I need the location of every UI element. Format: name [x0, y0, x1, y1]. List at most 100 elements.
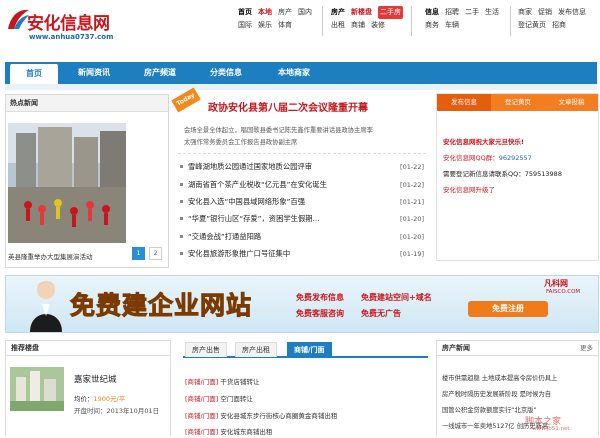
listing-row[interactable]: [商铺/门面] 干货店铺转让 [185, 376, 259, 388]
bullet-icon [180, 252, 183, 255]
headline-summary-line: 太强作常务委员会工作报告县政协副主席 [184, 139, 298, 146]
news-title[interactable]: 安化县入选“中国县域网络形象”百强 [188, 194, 305, 210]
topnav-link[interactable]: 招聘 [445, 6, 459, 19]
topnav-link[interactable]: 生活 [485, 6, 499, 19]
topnav-link[interactable]: 房产 [278, 6, 292, 19]
topnav-link[interactable]: 国内 [298, 6, 312, 19]
tab-shop-front[interactable]: 商铺/门面 [287, 342, 332, 357]
news-item[interactable]: “华夏”银行山区“存爱”，资困学生假期... [01-20] [178, 211, 426, 227]
news-date: [01-22] [400, 163, 424, 171]
property-time-line: 开盘时间：2013年10月01日 [74, 405, 159, 415]
topnav-link[interactable]: 商务 [425, 19, 439, 32]
bullet-icon [180, 183, 183, 186]
property-thumbnail[interactable] [10, 367, 64, 411]
news-date: [01-22] [400, 181, 424, 189]
qq-group-value: 96292557 [498, 154, 532, 162]
news-item[interactable]: 安化县入选“中国县域网络形象”百强 [01-21] [178, 194, 426, 210]
listing-row[interactable]: [商铺/门面] 安化县城东步行街核心商圈黄金商铺出租 [185, 410, 337, 422]
news-title[interactable]: 湖南省首个茶产业税收“亿元县”在安化诞生 [188, 177, 327, 193]
listing-row[interactable]: [商铺/门面] 空门面转让 [185, 393, 253, 405]
tab-news[interactable]: 新闻资讯 [63, 62, 125, 84]
tab-house-sale[interactable]: 房产出售 [185, 342, 227, 357]
news-item[interactable]: “交通会战”打通益阳路 [01-20] [178, 229, 426, 245]
house-news-panel: 房产新闻 更多 楼市供需趋稳 土地成本提高令房价仍具上 房产税时隔历史发展新阶段 … [436, 340, 599, 436]
topnav-house-group: 房产 新楼盘 二手房 出租 商铺 装修 [331, 6, 412, 36]
news-title[interactable]: “交通会战”打通益阳路 [188, 229, 261, 245]
topnav-link[interactable]: 二手 [465, 6, 479, 19]
banner-item: 免费发布信息 [296, 293, 344, 302]
news-title[interactable]: “华夏”银行山区“存爱”，资困学生假期... [188, 211, 320, 227]
tab-home[interactable]: 首页 [10, 64, 58, 84]
ad-banner[interactable]: 免费建企业网站 免费发布信息 免费建站空间+域名 免费客服咨询 免费无广告 免费… [5, 275, 599, 333]
tab-submit-article[interactable]: 文章投稿 [545, 94, 598, 111]
house-news-item[interactable]: 楼市供需趋稳 土地成本提高令房价仍具上 [442, 373, 592, 385]
qq-group-line: 安化信息网QQ群：96292557 [443, 152, 532, 162]
topnav-link[interactable]: 登记黄页 [518, 19, 546, 32]
house-news-header: 房产新闻 更多 [437, 341, 598, 356]
topnav-link[interactable]: 招商 [552, 19, 566, 32]
listing-text[interactable]: 空门面转让 [220, 395, 253, 403]
watermark-url: www.jb51.net [532, 426, 570, 432]
tab-post-info[interactable]: 发布信息 [437, 94, 491, 111]
topnav-link[interactable]: 信息 [425, 6, 439, 19]
topnav-link[interactable]: 二手房 [378, 6, 403, 19]
news-item[interactable]: 雪峰湖地质公园通过国家地质公园评审 [01-22] [178, 159, 426, 175]
bullet-icon [180, 200, 183, 203]
news-date: [01-19] [400, 250, 424, 258]
today-badge: Today [171, 87, 201, 113]
topnav-link[interactable]: 促销 [538, 6, 552, 19]
upgrade-notice[interactable]: 安化信息网升级了 [443, 184, 495, 194]
more-link[interactable]: 更多 [580, 341, 593, 355]
topnav-link[interactable]: 房产 [331, 6, 345, 19]
house-listing-panel: 房产出售 房产出租 商铺/门面 [商铺/门面] 干货店铺转让 [商铺/门面] 空… [183, 340, 428, 438]
topnav-link[interactable]: 新楼盘 [351, 6, 372, 19]
property-name[interactable]: 嘉家世纪城 [74, 373, 117, 385]
hot-news-photo[interactable] [8, 123, 126, 243]
recommend-title: 推荐楼盘 [6, 341, 170, 356]
news-item[interactable]: 安化县旅游形象推广口号征集中 [01-19] [178, 246, 426, 262]
recommend-panel: 推荐楼盘 嘉家世纪城 均价：1900元/平 开盘时间：2013年10月01日 [5, 340, 171, 436]
divider [178, 153, 426, 154]
hot-news-caption[interactable]: 英县隆重举办大型集展演活动 [8, 251, 128, 261]
listing-tag: [商铺/门面] [185, 412, 219, 420]
topnav-link[interactable]: 商家 [518, 6, 532, 19]
topnav-link[interactable]: 装修 [371, 19, 385, 32]
topnav-link[interactable]: 首页 [238, 6, 252, 19]
house-news-item[interactable]: 国管公积金贷款额度实行“北京版” [442, 405, 592, 417]
headline-title[interactable]: 政协安化县第八届二次会议隆重开幕 [208, 99, 368, 114]
banner-item: 免费建站空间+域名 [361, 293, 432, 302]
listing-row[interactable]: [商铺/门面] 安化城东商铺出租 [185, 426, 272, 438]
hot-news-panel: 热点新闻 英县隆重举办大型集展演活动 1 2 [5, 94, 169, 268]
property-time: 2013年10月01日 [106, 407, 160, 415]
news-title[interactable]: 安化县旅游形象推广口号征集中 [188, 246, 290, 262]
topnav-link[interactable]: 本地 [258, 6, 272, 19]
topnav-link[interactable]: 出租 [331, 19, 345, 32]
topnav-link[interactable]: 国际 [238, 19, 252, 32]
news-item[interactable]: 湖南省首个茶产业税收“亿元县”在安化诞生 [01-22] [178, 177, 426, 193]
listing-text[interactable]: 安化县城东步行街核心商圈黄金商铺出租 [220, 412, 337, 420]
headline-summary: 会场全景全体起立，唱国歌县委书记陈先鑫作重要讲话县政协主席李 太强作常务委员会工… [184, 125, 424, 149]
listing-text[interactable]: 干货店铺转让 [220, 378, 259, 386]
house-news-title: 房产新闻 [442, 344, 470, 352]
tab-register-yellowpage[interactable]: 登记黄页 [491, 94, 545, 111]
tab-local-merchants[interactable]: 本地商家 [263, 62, 325, 84]
topnav-biz-group: 商家 促销 发布信息 登记黄页 招商 [518, 6, 600, 36]
tab-classifieds[interactable]: 分类信息 [195, 62, 257, 84]
topnav-link[interactable]: 车辆 [445, 19, 459, 32]
news-title[interactable]: 雪峰湖地质公园通过国家地质公园评审 [188, 159, 312, 175]
hot-news-title: 热点新闻 [6, 95, 168, 112]
tab-house-rent[interactable]: 房产出租 [235, 342, 277, 357]
topnav-link[interactable]: 娱乐 [258, 19, 272, 32]
page-2-button[interactable]: 2 [149, 247, 162, 260]
businesswoman-icon [30, 281, 62, 332]
register-button[interactable]: 免费注册 [468, 301, 548, 317]
headline-summary-line: 会场全景全体起立，唱国歌县委书记陈先鑫作重要讲话县政协主席李 [184, 127, 373, 134]
tab-house[interactable]: 房产频道 [129, 62, 191, 84]
house-news-item[interactable]: 房产税时隔历史发展新阶段 是时候为自 [442, 389, 592, 401]
topnav-link[interactable]: 发布信息 [558, 6, 586, 19]
topnav-link[interactable]: 体育 [278, 19, 292, 32]
logo-name: 安化信息网 [27, 14, 110, 34]
page-1-button[interactable]: 1 [132, 247, 145, 260]
topnav-link[interactable]: 商铺 [351, 19, 365, 32]
site-logo[interactable]: 安化信息网 www.anhua0737.com [5, 5, 135, 43]
